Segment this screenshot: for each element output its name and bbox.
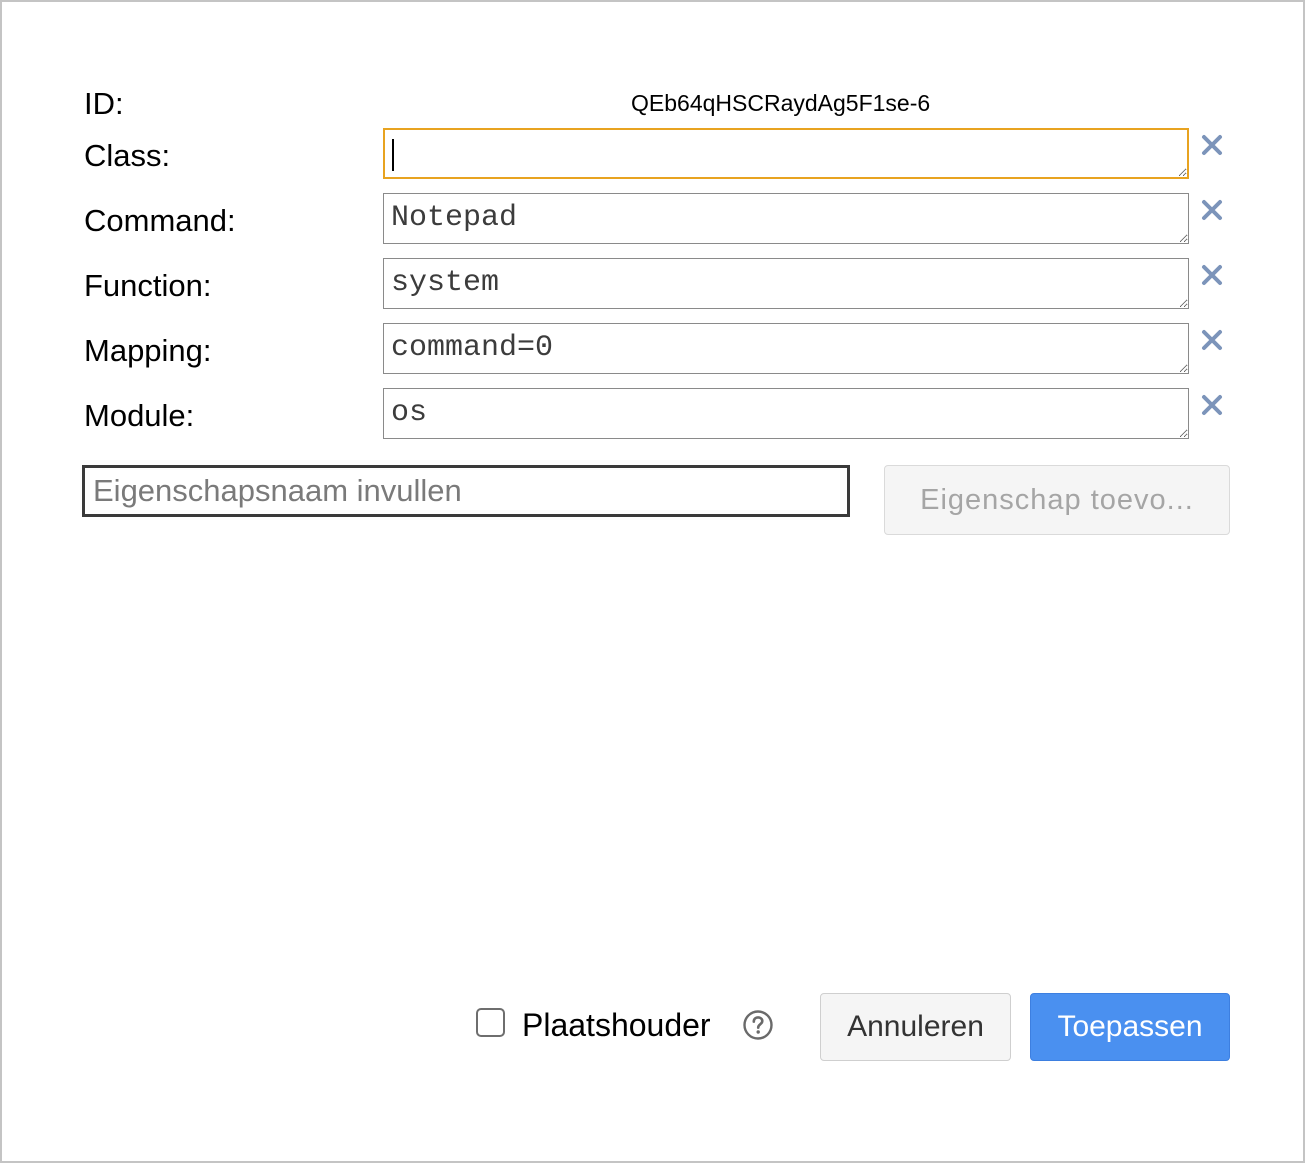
dialog-footer: Plaatshouder Annuleren Toepassen (472, 992, 1232, 1064)
property-value-command[interactable] (383, 193, 1189, 244)
close-icon[interactable] (1200, 393, 1224, 417)
property-row-mapping: Mapping: (84, 323, 1234, 377)
property-label-class: Class: (84, 138, 171, 173)
close-icon[interactable] (1200, 133, 1224, 157)
property-row-class: Class: (84, 128, 1234, 182)
property-name-input[interactable] (82, 465, 850, 517)
add-property-row: Eigenschap toevo... (82, 465, 1232, 537)
property-label-module: Module: (84, 398, 195, 433)
property-label-command: Command: (84, 203, 236, 238)
placeholder-label[interactable]: Plaatshouder (522, 1007, 711, 1044)
close-icon[interactable] (1200, 263, 1224, 287)
close-icon[interactable] (1200, 198, 1224, 222)
placeholder-checkbox[interactable] (476, 1008, 505, 1037)
property-value-class[interactable] (383, 128, 1189, 179)
property-row-command: Command: (84, 193, 1234, 247)
property-value-module[interactable] (383, 388, 1189, 439)
id-row: ID: QEb64qHSCRaydAg5F1se-6 (84, 86, 1204, 122)
apply-button[interactable]: Toepassen (1030, 993, 1230, 1061)
help-circle-icon[interactable] (742, 1009, 774, 1041)
property-label-mapping: Mapping: (84, 333, 212, 368)
close-icon[interactable] (1200, 328, 1224, 352)
edit-data-dialog: ID: QEb64qHSCRaydAg5F1se-6 Class: Comman… (0, 0, 1305, 1163)
property-label-function: Function: (84, 268, 212, 303)
property-row-function: Function: (84, 258, 1234, 312)
property-row-module: Module: (84, 388, 1234, 442)
id-value: QEb64qHSCRaydAg5F1se-6 (631, 90, 931, 116)
add-property-button[interactable]: Eigenschap toevo... (884, 465, 1230, 535)
property-value-mapping[interactable] (383, 323, 1189, 374)
text-caret (392, 139, 394, 171)
property-value-function[interactable] (383, 258, 1189, 309)
id-label: ID: (84, 86, 124, 121)
cancel-button[interactable]: Annuleren (820, 993, 1011, 1061)
